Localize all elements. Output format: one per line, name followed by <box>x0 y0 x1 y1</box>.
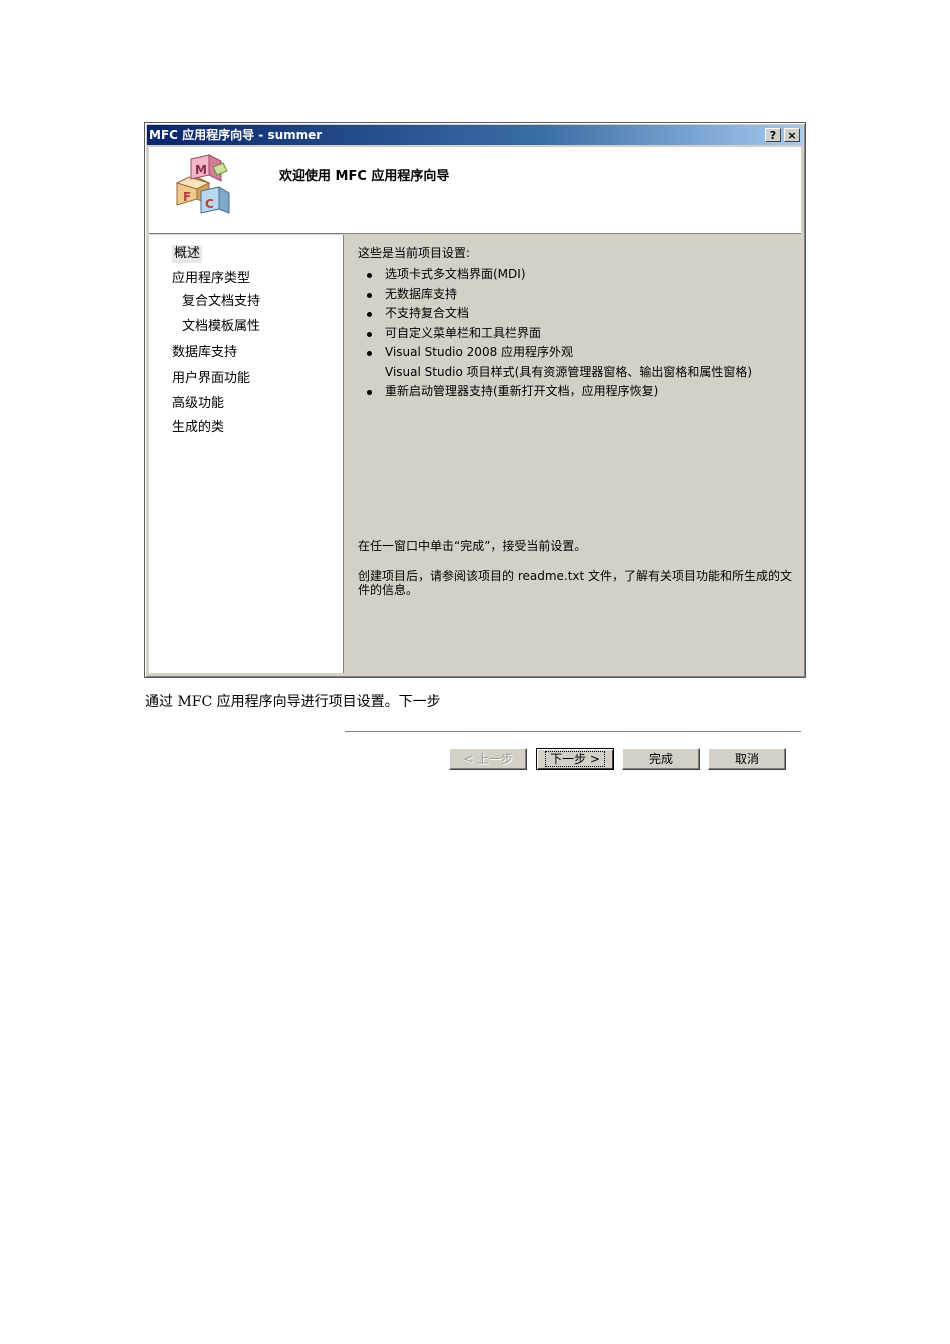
welcome-heading: 欢迎使用 MFC 应用程序向导 <box>279 169 450 184</box>
window-title: MFC 应用程序向导 - summer <box>149 128 323 142</box>
readme-hint: 创建项目后，请参阅该项目的 readme.txt 文件，了解有关项目功能和所生成… <box>358 569 793 597</box>
svg-text:F: F <box>183 190 191 204</box>
nav-item-app-type[interactable]: 应用程序类型 <box>172 270 250 288</box>
nav-item-generated-classes[interactable]: 生成的类 <box>172 419 224 437</box>
cancel-button[interactable]: 取消 <box>708 748 786 770</box>
svg-text:C: C <box>205 197 214 211</box>
nav-item-advanced[interactable]: 高级功能 <box>172 395 224 413</box>
list-item: Visual Studio 2008 应用程序外观 <box>365 343 785 363</box>
finish-hint: 在任一窗口中单击“完成”，接受当前设置。 <box>358 539 587 553</box>
list-item: 重新启动管理器支持(重新打开文档，应用程序恢复) <box>365 382 785 402</box>
nav-item-database[interactable]: 数据库支持 <box>172 344 237 362</box>
wizard-nav: 概述 应用程序类型 复合文档支持 文档模板属性 数据库支持 用户界面功能 高级功… <box>149 235 344 673</box>
list-item: 可自定义菜单栏和工具栏界面 <box>365 324 785 344</box>
mfc-wizard-dialog: MFC 应用程序向导 - summer ? × F M C 欢迎使用 MFC 应… <box>144 122 806 770</box>
back-button[interactable]: < 上一步 <box>449 748 527 770</box>
button-separator <box>345 731 801 733</box>
list-item: 不支持复合文档 <box>365 304 785 324</box>
finish-button[interactable]: 完成 <box>622 748 700 770</box>
help-button[interactable]: ? <box>765 128 781 142</box>
nav-item-overview[interactable]: 概述 <box>172 245 203 263</box>
next-button-label: 下一步 > <box>545 751 605 767</box>
list-item: 无数据库支持 <box>365 285 785 305</box>
list-item: Visual Studio 项目样式(具有资源管理器窗格、输出窗格和属性窗格) <box>365 363 785 394</box>
nav-item-doc-template[interactable]: 文档模板属性 <box>182 318 260 336</box>
title-bar: MFC 应用程序向导 - summer ? × <box>147 125 803 145</box>
nav-item-compound-doc[interactable]: 复合文档支持 <box>182 293 260 311</box>
settings-list: 选项卡式多文档界面(MDI) 无数据库支持 不支持复合文档 可自定义菜单栏和工具… <box>365 265 785 402</box>
nav-item-ui-features[interactable]: 用户界面功能 <box>172 370 250 388</box>
mfc-logo-icon: F M C <box>175 154 230 214</box>
close-button[interactable]: × <box>784 128 800 142</box>
list-item: 选项卡式多文档界面(MDI) <box>365 265 785 285</box>
figure-caption: 通过 MFC 应用程序向导进行项目设置。下一步 <box>145 694 441 710</box>
next-button[interactable]: 下一步 > <box>536 748 614 770</box>
wizard-content: 这些是当前项目设置: 选项卡式多文档界面(MDI) 无数据库支持 不支持复合文档… <box>345 235 801 770</box>
wizard-header: F M C 欢迎使用 MFC 应用程序向导 <box>149 147 801 234</box>
svg-text:M: M <box>195 163 207 177</box>
settings-intro: 这些是当前项目设置: <box>358 246 471 260</box>
